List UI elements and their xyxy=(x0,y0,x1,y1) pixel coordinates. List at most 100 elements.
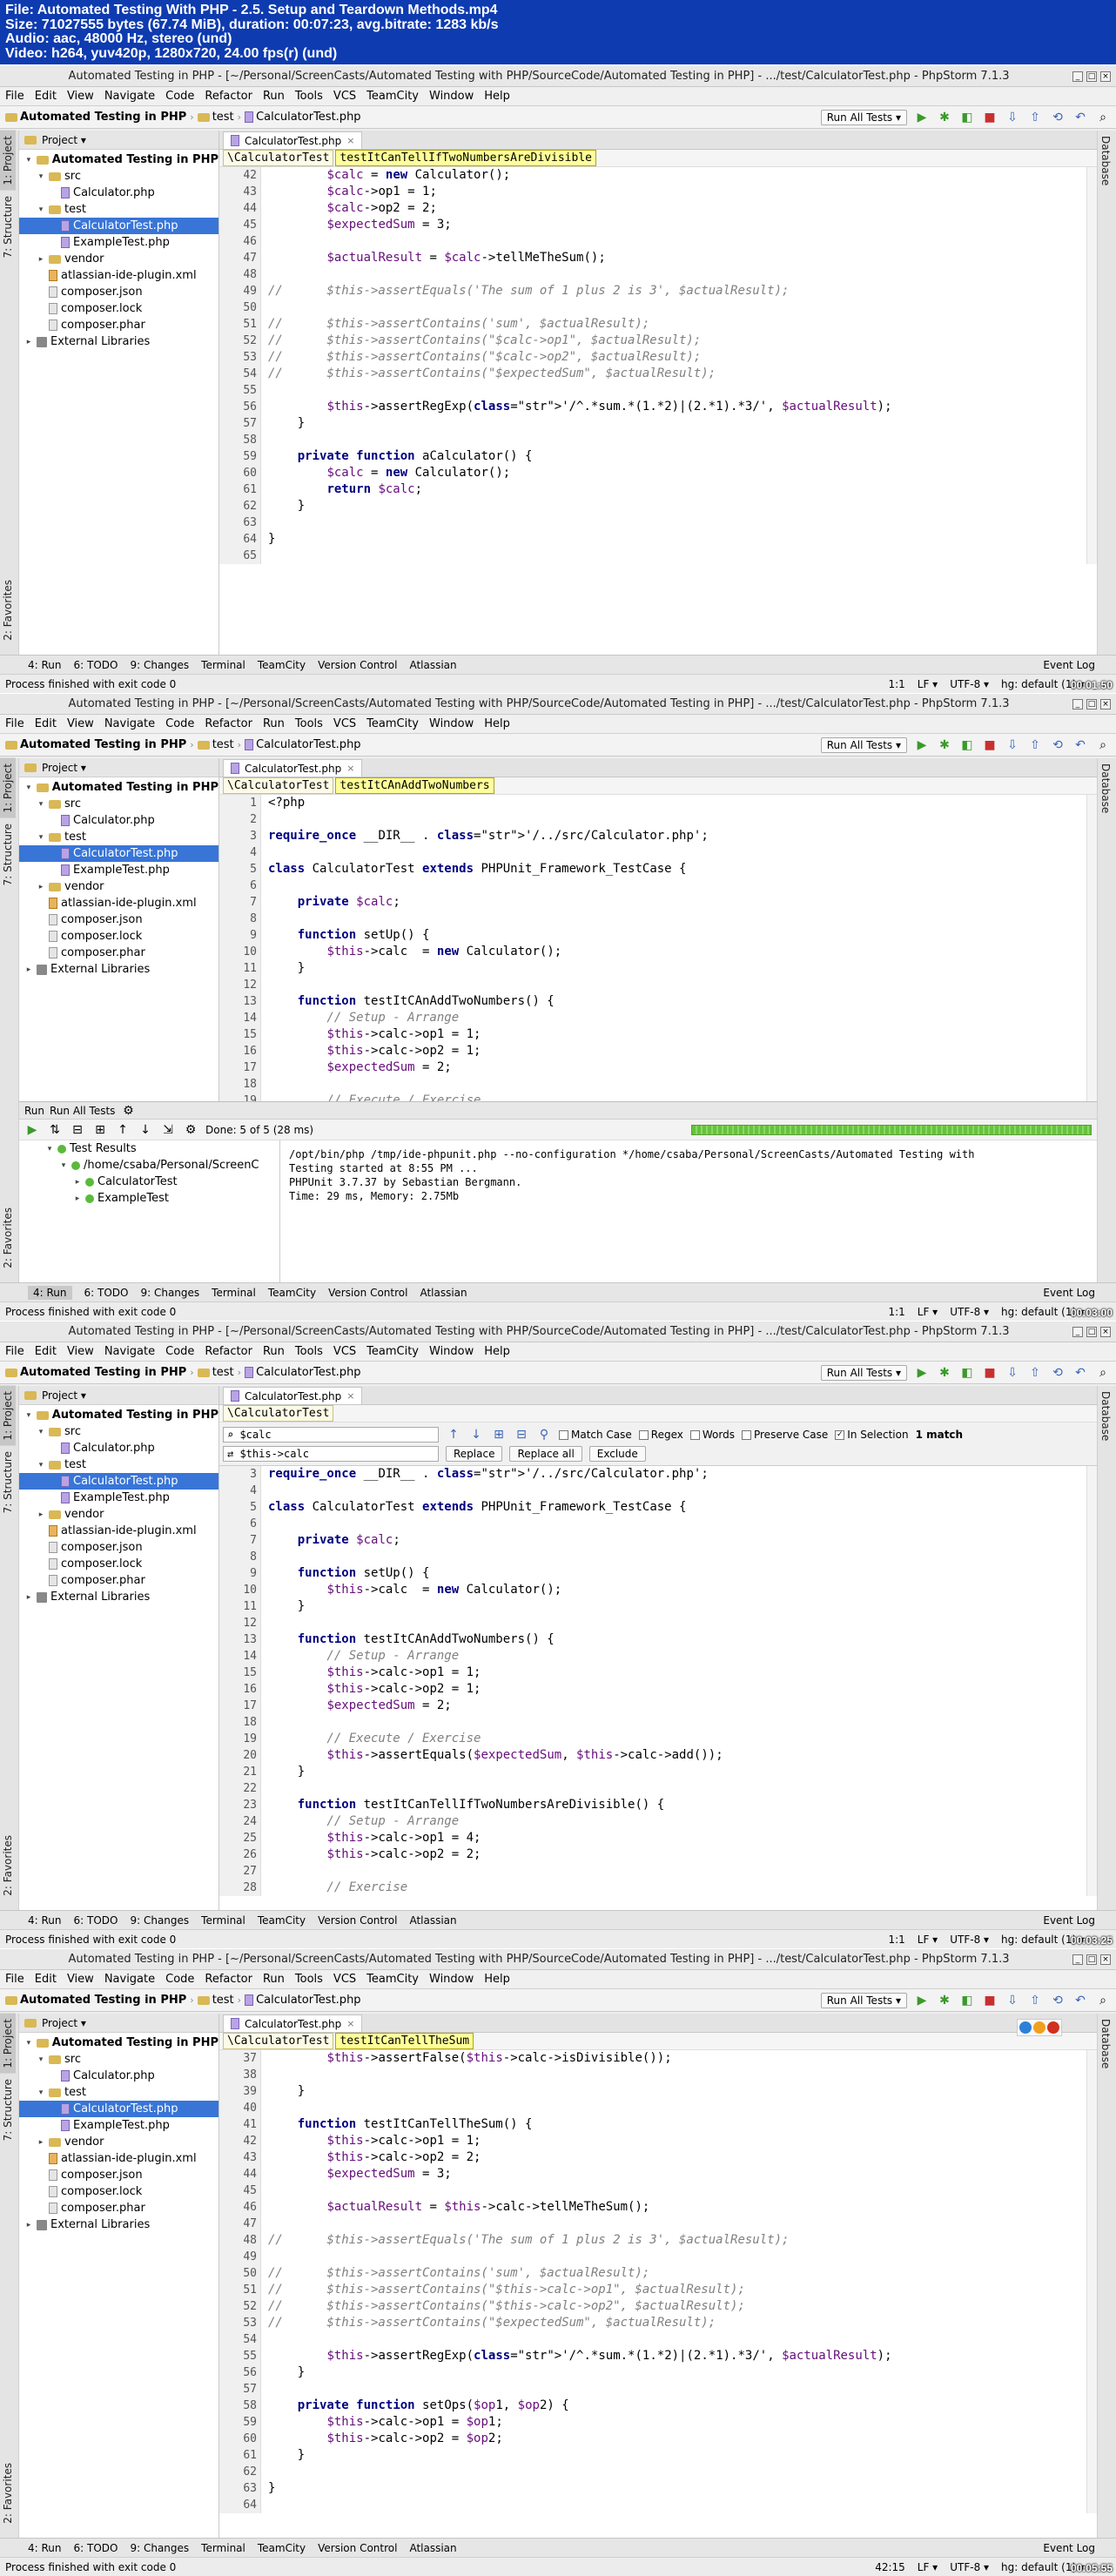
database-tab[interactable]: Database xyxy=(1098,131,1113,191)
vcs-commit-icon[interactable]: ⇧ xyxy=(1027,110,1043,125)
menu-edit[interactable]: Edit xyxy=(35,1973,57,1986)
menu-code[interactable]: Code xyxy=(165,90,194,103)
tree-item[interactable]: ExampleTest.php xyxy=(19,2117,218,2134)
up-icon[interactable]: ↑ xyxy=(115,1122,131,1138)
tool-tab-1[interactable]: 1: Project xyxy=(0,131,16,191)
tool-tab-1[interactable]: 1: Project xyxy=(0,758,16,818)
expand-icon[interactable]: ⊞ xyxy=(92,1122,108,1138)
tree-item[interactable]: ▸ vendor xyxy=(19,878,218,895)
undo-icon[interactable]: ↶ xyxy=(1072,1365,1088,1381)
tree-item[interactable]: ▾ src xyxy=(19,796,218,812)
debug-icon[interactable]: ✱ xyxy=(937,110,952,125)
opera-icon[interactable] xyxy=(1047,2021,1059,2034)
search-input[interactable]: ⌕ $calc xyxy=(223,1427,439,1443)
menu-code[interactable]: Code xyxy=(165,1973,194,1986)
bottom-tab-atlassian[interactable]: Atlassian xyxy=(420,1287,467,1299)
tree-item[interactable]: CalculatorTest.php xyxy=(19,1473,218,1490)
menu-navigate[interactable]: Navigate xyxy=(104,1973,155,1986)
maximize-button[interactable]: □ xyxy=(1086,1954,1097,1965)
bottom-tab-version-control[interactable]: Version Control xyxy=(318,2542,397,2554)
menu-file[interactable]: File xyxy=(5,1345,24,1358)
option-match-case[interactable]: Match Case xyxy=(559,1429,632,1441)
menu-code[interactable]: Code xyxy=(165,1345,194,1358)
editor-scrollbar[interactable] xyxy=(1086,2050,1097,2513)
coverage-icon[interactable]: ◧ xyxy=(959,737,975,753)
tree-item[interactable]: ▾ test xyxy=(19,2084,218,2101)
tree-item[interactable]: CalculatorTest.php xyxy=(19,845,218,862)
tree-item[interactable]: composer.lock xyxy=(19,300,218,317)
bottom-tab-terminal[interactable]: Terminal xyxy=(201,1914,245,1927)
menu-refactor[interactable]: Refactor xyxy=(205,1973,252,1986)
tree-item[interactable]: atlassian-ide-plugin.xml xyxy=(19,267,218,284)
menu-help[interactable]: Help xyxy=(484,1973,510,1986)
nav-crumb-3[interactable]: CalculatorTest.php xyxy=(245,1994,361,2007)
menu-help[interactable]: Help xyxy=(484,717,510,730)
tool-tab-2[interactable]: 7: Structure xyxy=(0,818,16,891)
bottom-tab-teamcity[interactable]: TeamCity xyxy=(258,2542,306,2554)
select-all-icon[interactable]: ⊟ xyxy=(514,1427,529,1443)
event-log-tab[interactable]: Event Log xyxy=(1043,659,1095,671)
tool-tab-3[interactable]: 2: Favorites xyxy=(0,1830,16,1901)
menu-window[interactable]: Window xyxy=(429,717,474,730)
menu-navigate[interactable]: Navigate xyxy=(104,90,155,103)
bottom-tab-terminal[interactable]: Terminal xyxy=(201,2542,245,2554)
event-log-tab[interactable]: Event Log xyxy=(1043,1914,1095,1927)
menu-view[interactable]: View xyxy=(67,717,94,730)
minimize-button[interactable]: _ xyxy=(1072,698,1083,710)
menu-window[interactable]: Window xyxy=(429,1973,474,1986)
test-result-item[interactable]: ▾ Test Results xyxy=(19,1140,279,1157)
tree-item[interactable]: ▸ vendor xyxy=(19,2134,218,2150)
tree-item[interactable]: composer.phar xyxy=(19,317,218,333)
breadcrumb-method[interactable]: testItCanTellTheSum xyxy=(335,2033,474,2049)
line-separator[interactable]: LF ▾ xyxy=(918,1934,938,1946)
menu-window[interactable]: Window xyxy=(429,90,474,103)
menu-run[interactable]: Run xyxy=(263,1345,285,1358)
code-content[interactable]: $calc = new Calculator(); $calc->op1 = 1… xyxy=(261,167,1097,564)
tool-tab-3[interactable]: 2: Favorites xyxy=(0,575,16,646)
caret-position[interactable]: 1:1 xyxy=(888,1306,904,1318)
menu-edit[interactable]: Edit xyxy=(35,717,57,730)
tree-item[interactable]: Calculator.php xyxy=(19,1440,218,1456)
nav-crumb-2[interactable]: test xyxy=(197,111,234,124)
replace-all-button[interactable]: Replace all xyxy=(509,1446,582,1462)
run-icon[interactable]: ▶ xyxy=(914,110,930,125)
run-icon[interactable]: ▶ xyxy=(914,1993,930,2008)
tree-item[interactable]: ▾ src xyxy=(19,2051,218,2068)
menu-edit[interactable]: Edit xyxy=(35,1345,57,1358)
bottom-tab-version-control[interactable]: Version Control xyxy=(318,1914,397,1927)
bottom-tab-teamcity[interactable]: TeamCity xyxy=(268,1287,316,1299)
caret-position[interactable]: 1:1 xyxy=(888,1934,904,1946)
file-encoding[interactable]: UTF-8 ▾ xyxy=(950,1934,989,1946)
bottom-tab-atlassian[interactable]: Atlassian xyxy=(409,2542,456,2554)
line-separator[interactable]: LF ▾ xyxy=(918,2561,938,2573)
tree-item[interactable]: ▾ src xyxy=(19,168,218,185)
menu-teamcity[interactable]: TeamCity xyxy=(366,90,419,103)
bottom-tab-version-control[interactable]: Version Control xyxy=(328,1287,407,1299)
bottom-tab-6-todo[interactable]: 6: TODO xyxy=(74,2542,118,2554)
menu-code[interactable]: Code xyxy=(165,717,194,730)
editor-scrollbar[interactable] xyxy=(1086,167,1097,564)
maximize-button[interactable]: □ xyxy=(1086,698,1097,710)
editor-scrollbar[interactable] xyxy=(1086,1466,1097,1896)
tool-tab-3[interactable]: 2: Favorites xyxy=(0,2458,16,2529)
menu-teamcity[interactable]: TeamCity xyxy=(366,717,419,730)
run-configuration-select[interactable]: Run All Tests ▾ xyxy=(820,109,907,125)
option-words[interactable]: Words xyxy=(689,1429,735,1441)
bottom-tab-terminal[interactable]: Terminal xyxy=(201,659,245,671)
close-button[interactable]: × xyxy=(1100,1954,1111,1965)
test-result-item[interactable]: ▸ CalculatorTest xyxy=(19,1174,279,1190)
database-tab[interactable]: Database xyxy=(1098,2014,1113,2074)
maximize-button[interactable]: □ xyxy=(1086,71,1097,82)
nav-crumb-3[interactable]: CalculatorTest.php xyxy=(245,1366,361,1379)
tree-item[interactable]: ExampleTest.php xyxy=(19,234,218,251)
tree-item[interactable]: ▸ External Libraries xyxy=(19,1589,218,1605)
menu-refactor[interactable]: Refactor xyxy=(205,1345,252,1358)
tree-item[interactable]: ▾ src xyxy=(19,1423,218,1440)
minimize-button[interactable]: _ xyxy=(1072,71,1083,82)
event-log-tab[interactable]: Event Log xyxy=(1043,2542,1095,2554)
stop-icon[interactable]: ■ xyxy=(982,1365,998,1381)
breadcrumb-class[interactable]: \CalculatorTest xyxy=(223,1405,334,1422)
tree-item[interactable]: ▾ Automated Testing in PHP xyxy=(19,151,218,168)
bottom-tab-terminal[interactable]: Terminal xyxy=(212,1287,256,1299)
search-icon[interactable]: ⌕ xyxy=(1095,1993,1111,2008)
